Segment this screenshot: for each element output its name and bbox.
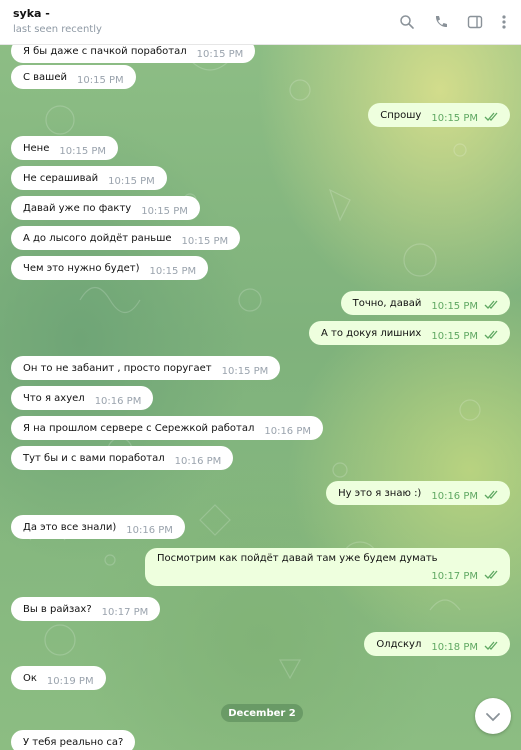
message-time: 10:15 PM [76,74,124,86]
message-bubble[interactable]: Олдскул 10:18 PM [364,632,510,656]
message-bubble[interactable]: У тебя реально са? [11,730,136,750]
double-check-icon [484,300,498,312]
message-bubble[interactable]: Посмотрим как пойдёт давай там уже будем… [145,548,510,586]
message-bubble[interactable]: Давай уже по факту 10:15 PM [11,196,200,220]
message-text: Чем это нужно будет) [23,262,140,274]
message-bubble[interactable]: Да это все знали) 10:16 PM [11,515,185,539]
message-bubble[interactable]: Он то не забанит , просто поругает 10:15… [11,356,281,380]
chat-header: syka - last seen recently [0,0,521,45]
message-time: 10:16 PM [126,524,173,536]
message-text: Что я ахуел [23,392,85,404]
message-text: Ну это я знаю :) [338,487,422,499]
message-text: Тут бы и с вами поработал [23,452,165,464]
contact-status: last seen recently [13,24,102,35]
message-text: Я бы даже с пачкой поработал [23,45,187,57]
message-text: Ок [23,672,37,684]
message-time: 10:15 PM [431,300,478,312]
message-bubble[interactable]: Чем это нужно будет) 10:15 PM [11,256,209,280]
message-bubble[interactable]: Спрошу 10:15 PM [368,103,510,127]
chat-window: syka - last seen recently Я бы даже с па… [0,0,521,750]
double-check-icon [484,112,498,124]
message-text: Он то не забанит , просто поругает [23,362,212,374]
double-check-icon [484,330,498,342]
date-divider[interactable]: December 2 [221,704,303,722]
double-check-icon [484,490,498,502]
message-bubble[interactable]: Точно, давай 10:15 PM [340,291,510,315]
message-time: 10:15 PM [221,365,269,377]
contact-name[interactable]: syka - [13,7,50,20]
message-text: Посмотрим как пойдёт давай там уже будем… [157,553,438,564]
message-bubble[interactable]: Нене 10:15 PM [11,136,119,160]
chevron-down-icon [485,707,501,726]
message-text: А до лысого дойдёт раньше [23,232,172,244]
message-list[interactable]: Я бы даже с пачкой поработал 10:15 PM С … [0,39,521,750]
message-text: Спрошу [380,109,422,121]
message-bubble[interactable]: Что я ахуел 10:16 PM [11,386,154,410]
sidebar-toggle-icon[interactable] [464,11,486,33]
message-time: 10:16 PM [264,425,311,437]
message-text: У тебя реально са? [23,736,124,748]
double-check-icon [484,641,498,653]
message-time: 10:16 PM [94,395,142,407]
search-icon[interactable] [396,11,418,33]
message-time: 10:15 PM [431,330,478,342]
message-time: 10:15 PM [141,205,188,217]
phone-icon[interactable] [430,11,452,33]
message-bubble[interactable]: Ок 10:19 PM [11,666,106,690]
message-time: 10:15 PM [108,175,155,187]
message-time: 10:15 PM [149,265,197,277]
message-text: Точно, давай [352,297,422,309]
message-text: Да это все знали) [23,521,117,533]
message-bubble[interactable]: С вашей 10:15 PM [11,65,136,89]
message-time: 10:15 PM [431,112,478,124]
message-text: С вашей [23,71,67,83]
message-text: Нене [23,142,50,154]
message-text: Олдскул [376,638,422,650]
message-bubble[interactable]: Ну это я знаю :) 10:16 PM [326,481,510,505]
message-bubble[interactable]: Вы в райзах? 10:17 PM [11,597,161,621]
message-time: 10:18 PM [431,641,478,653]
message-text: Не серашивай [23,172,99,184]
double-check-icon [484,570,498,582]
message-time: 10:15 PM [181,235,229,247]
message-text: Давай уже по факту [23,202,132,214]
message-time: 10:17 PM [431,570,478,582]
message-time: 10:15 PM [196,48,244,60]
message-bubble[interactable]: Не серашивай 10:15 PM [11,166,167,190]
message-time: 10:16 PM [174,455,222,467]
message-time: 10:17 PM [101,606,149,618]
message-time: 10:16 PM [431,490,478,502]
message-text: Я на прошлом сервере с Сережкой работал [23,422,255,434]
more-icon[interactable] [493,11,515,33]
message-bubble[interactable]: Я на прошлом сервере с Сережкой работал … [11,416,323,440]
scroll-down-button[interactable] [475,698,511,734]
message-text: А то докуя лишних [321,327,422,339]
message-text: Вы в райзах? [23,603,92,615]
message-bubble[interactable]: Тут бы и с вами поработал 10:16 PM [11,446,234,470]
message-meta: 10:17 PM [431,570,498,582]
message-time: 10:15 PM [59,145,107,157]
message-bubble[interactable]: А то докуя лишних 10:15 PM [309,321,510,345]
message-time: 10:19 PM [46,675,94,687]
message-bubble[interactable]: А до лысого дойдёт раньше 10:15 PM [11,226,241,250]
